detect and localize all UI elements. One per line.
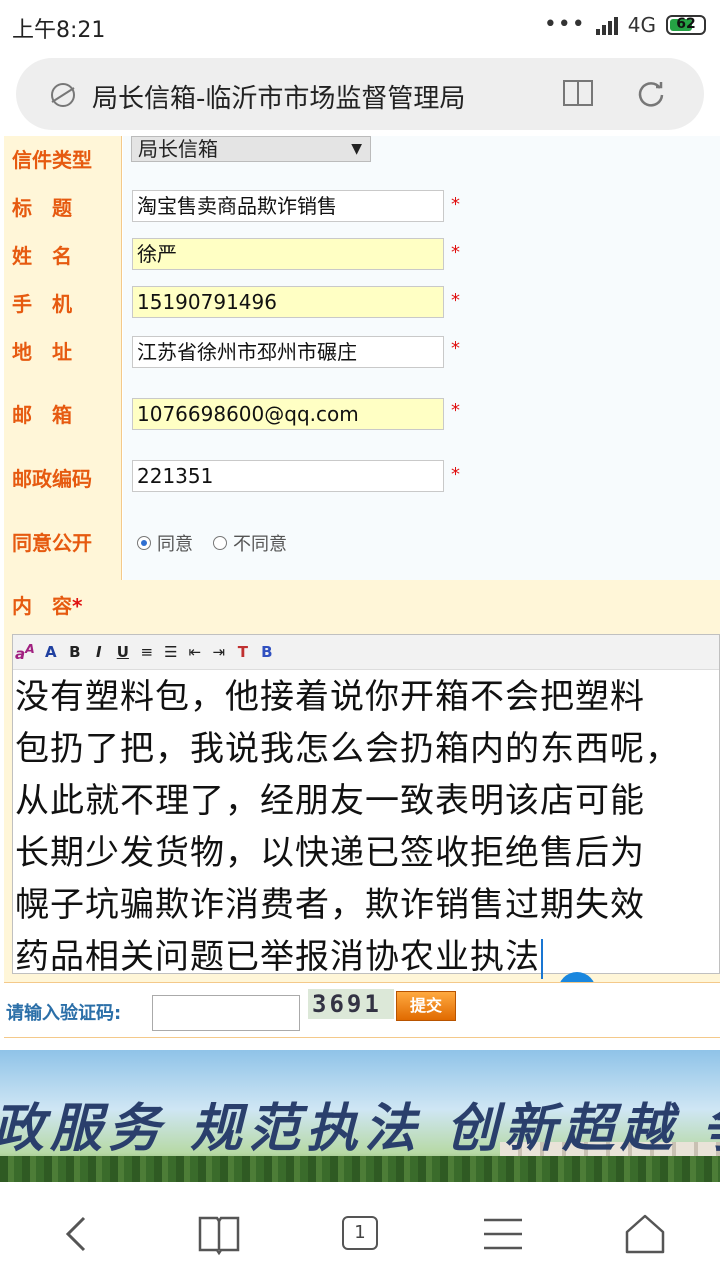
indent-icon[interactable]: ⇥ bbox=[211, 643, 227, 661]
content-line: 包扔了把，我说我怎么会扔箱内的东西呢， bbox=[15, 729, 680, 769]
signal-icon bbox=[595, 15, 618, 35]
row-address: 地 址 江苏省徐州市邳州市碾庄 * bbox=[4, 326, 720, 375]
disagree-label[interactable]: 不同意 bbox=[233, 530, 287, 556]
status-time: 上午8:21 bbox=[12, 18, 106, 43]
public-label: 同意公开 bbox=[4, 502, 122, 580]
browser-bottom-nav: 1 bbox=[0, 1186, 720, 1280]
bold-icon[interactable]: B bbox=[67, 643, 83, 661]
underline-icon[interactable]: U bbox=[115, 643, 131, 661]
row-letter-type: 信件类型 局长信箱 ▼ bbox=[4, 136, 720, 183]
required-mark: * bbox=[72, 594, 83, 618]
captcha-row: 请输入验证码: 3691 提交 bbox=[4, 982, 720, 1038]
background-color-icon[interactable]: B bbox=[259, 643, 275, 661]
captcha-image[interactable]: 3691 bbox=[308, 989, 394, 1019]
content-line: 从此就不理了，经朋友一致表明该店可能 bbox=[15, 781, 645, 821]
postcode-input[interactable]: 221351 bbox=[132, 460, 444, 492]
required-mark: * bbox=[451, 464, 460, 485]
page-title[interactable]: 局长信箱-临沂市市场监督管理局 bbox=[92, 78, 465, 115]
public-radio-group: 同意 不同意 bbox=[137, 530, 287, 556]
editor-content[interactable]: 没有塑料包，他接着说你开箱不会把塑料 包扔了把，我说我怎么会扔箱内的东西呢， 从… bbox=[15, 671, 713, 983]
text-color-icon[interactable]: T bbox=[235, 643, 251, 661]
name-input[interactable]: 徐严 bbox=[132, 238, 444, 270]
email-input[interactable]: 1076698600@qq.com bbox=[132, 398, 444, 430]
row-public: 同意公开 同意 不同意 bbox=[4, 502, 720, 581]
network-type: 4G bbox=[627, 12, 656, 37]
agree-radio[interactable] bbox=[137, 536, 151, 550]
content-editor[interactable]: aA A B I U ≡ ☰ ⇤ ⇥ T B 没有塑料包，他接着说你开箱不会把塑… bbox=[12, 634, 720, 979]
phone-label: 手 机 bbox=[4, 278, 122, 326]
reader-mode-icon[interactable] bbox=[562, 78, 594, 108]
required-mark: * bbox=[451, 400, 460, 421]
captcha-input[interactable] bbox=[152, 995, 300, 1031]
dropdown-arrow-icon: ▼ bbox=[351, 141, 362, 157]
email-label: 邮 箱 bbox=[4, 374, 122, 452]
captcha-label: 请输入验证码: bbox=[6, 1003, 122, 1024]
menu-icon[interactable] bbox=[478, 1212, 528, 1256]
row-name: 姓 名 徐严 * bbox=[4, 230, 720, 279]
agree-label[interactable]: 同意 bbox=[157, 530, 193, 556]
editor-toolbar: aA A B I U ≡ ☰ ⇤ ⇥ T B bbox=[13, 635, 719, 670]
outdent-icon[interactable]: ⇤ bbox=[187, 643, 203, 661]
status-icons: ••• 4G 62 bbox=[544, 12, 706, 37]
content-label: 内 容 bbox=[12, 594, 72, 618]
letter-type-select[interactable]: 局长信箱 ▼ bbox=[131, 136, 371, 162]
status-bar: 上午8:21 ••• 4G 62 bbox=[0, 0, 720, 52]
site-icon bbox=[51, 83, 75, 107]
address-input[interactable]: 江苏省徐州市邳州市碾庄 bbox=[132, 336, 444, 368]
row-phone: 手 机 15190791496 * bbox=[4, 278, 720, 327]
content-line-last: 药品相关问题已举报消协农业执法 bbox=[15, 931, 713, 983]
submit-button[interactable]: 提交 bbox=[396, 991, 456, 1021]
content-line: 没有塑料包，他接着说你开箱不会把塑料 bbox=[15, 677, 645, 717]
title-label: 标 题 bbox=[4, 182, 122, 230]
tabs-button[interactable]: 1 bbox=[336, 1212, 386, 1256]
required-mark: * bbox=[451, 194, 460, 215]
letter-type-label: 信件类型 bbox=[4, 136, 122, 182]
refresh-icon[interactable] bbox=[636, 78, 666, 108]
name-label: 姓 名 bbox=[4, 230, 122, 278]
italic-icon[interactable]: I bbox=[91, 643, 107, 661]
required-mark: * bbox=[451, 290, 460, 311]
content-line: 幌子坑骗欺诈消费者，欺诈销售过期失效 bbox=[15, 885, 645, 925]
address-label: 地 址 bbox=[4, 326, 122, 374]
required-mark: * bbox=[451, 338, 460, 359]
home-icon[interactable] bbox=[620, 1212, 670, 1256]
font-size-icon[interactable]: aA bbox=[15, 641, 35, 663]
title-input[interactable]: 淘宝售卖商品欺诈销售 bbox=[132, 190, 444, 222]
tab-count: 1 bbox=[342, 1216, 378, 1250]
content-line: 长期少发货物，以快递已签收拒绝售后为 bbox=[15, 833, 645, 873]
address-bar[interactable]: 局长信箱-临沂市市场监督管理局 bbox=[16, 58, 704, 130]
back-icon[interactable] bbox=[54, 1212, 104, 1256]
row-email: 邮 箱 1076698600@qq.com * bbox=[4, 374, 720, 453]
banner-slogan: 政服务 规范执法 创新超越 争 bbox=[0, 1099, 720, 1159]
row-title: 标 题 淘宝售卖商品欺诈销售 * bbox=[4, 182, 720, 231]
disagree-radio[interactable] bbox=[213, 536, 227, 550]
align-icon[interactable]: ≡ bbox=[139, 643, 155, 661]
row-postcode: 邮政编码 221351 * bbox=[4, 452, 720, 503]
phone-input[interactable]: 15190791496 bbox=[132, 286, 444, 318]
battery-icon: 62 bbox=[666, 14, 706, 35]
row-content-label: 内 容* bbox=[4, 580, 720, 624]
font-color-icon[interactable]: A bbox=[43, 643, 59, 661]
more-dots-icon: ••• bbox=[543, 12, 586, 37]
footer-banner: 政服务 规范执法 创新超越 争 bbox=[0, 1050, 720, 1182]
ordered-list-icon[interactable]: ☰ bbox=[163, 643, 179, 661]
postcode-label: 邮政编码 bbox=[4, 452, 122, 502]
required-mark: * bbox=[451, 242, 460, 263]
text-cursor bbox=[541, 938, 543, 979]
bookmarks-icon[interactable] bbox=[194, 1212, 244, 1256]
